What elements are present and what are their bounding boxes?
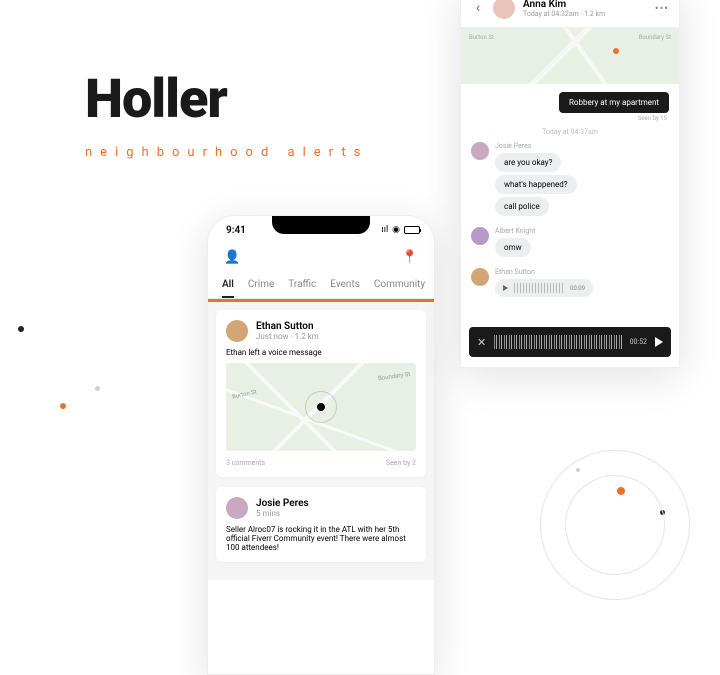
map-street-label: Boundary St <box>639 34 671 41</box>
tagline: neighbourhood alerts <box>85 145 368 160</box>
card-author: Ethan Sutton <box>256 321 319 332</box>
signal-icon: ııl <box>381 225 388 235</box>
message-group: Albert Knight omw <box>461 227 679 260</box>
card-message: Seller Alroc07 is rocking it in the ATL … <box>226 525 416 552</box>
brand-title: Holler <box>85 68 368 131</box>
back-icon[interactable]: ‹ <box>471 1 485 15</box>
location-icon[interactable]: 📍 <box>402 250 418 265</box>
battery-icon <box>404 226 420 234</box>
avatar <box>226 320 248 342</box>
deco-ring <box>565 475 665 575</box>
new-alert-bar <box>208 299 434 302</box>
close-icon[interactable]: ✕ <box>477 336 486 349</box>
sender-name: Ethan Sutton <box>495 268 593 276</box>
feed-card[interactable]: Ethan Sutton Just now · 1.2 km Ethan lef… <box>216 310 426 477</box>
feed-tabs: All Crime Traffic Events Community <box>208 273 434 299</box>
avatar[interactable] <box>471 268 489 286</box>
tab-all[interactable]: All <box>222 273 234 298</box>
card-comments[interactable]: 3 comments <box>226 459 265 467</box>
voice-duration: 00:09 <box>570 285 585 292</box>
audio-player[interactable]: ✕ 00:52 <box>469 327 671 357</box>
map-street-label: Burton St <box>232 388 258 400</box>
chat-bubble: call police <box>495 197 549 216</box>
more-icon[interactable]: ••• <box>655 2 669 15</box>
phone-chat: ‹ Anna Kim Today at 04:32am · 1.2 km •••… <box>460 0 680 368</box>
tab-events[interactable]: Events <box>330 273 360 298</box>
avatar <box>226 497 248 519</box>
card-meta: 5 mins <box>256 509 309 518</box>
sender-name: Albert Knight <box>495 227 535 235</box>
card-seen: Seen by 2 <box>386 459 416 467</box>
seen-count: Seen by 15 <box>473 115 667 122</box>
status-time: 9:41 <box>226 225 246 236</box>
waveform-icon <box>514 283 564 293</box>
map-pin-icon <box>305 391 337 423</box>
deco-dot <box>18 326 24 332</box>
profile-icon[interactable]: 👤 <box>224 250 240 265</box>
card-message: Ethan left a voice message <box>226 348 416 357</box>
chat-bubble: omw <box>495 238 531 257</box>
tab-community[interactable]: Community <box>374 273 425 298</box>
card-meta: Just now · 1.2 km <box>256 332 319 341</box>
message-group: Josie Peres are you okay? what's happene… <box>461 142 679 219</box>
feed-card[interactable]: Josie Peres 5 mins Seller Alroc07 is roc… <box>216 487 426 562</box>
card-map[interactable]: Burton St Boundary St <box>226 363 416 451</box>
player-duration: 00:52 <box>630 338 647 346</box>
chat-title: Anna Kim <box>523 0 605 10</box>
message-group: Ethan Sutton 00:09 <box>461 268 679 297</box>
chat-subtitle: Today at 04:32am · 1.2 km <box>523 10 605 18</box>
chat-bubble: are you okay? <box>495 153 561 172</box>
alert-bubble: Robbery at my apartment <box>559 92 669 113</box>
notch <box>272 216 370 234</box>
play-icon[interactable] <box>655 337 663 347</box>
status-right: ııl ◉ <box>381 225 420 235</box>
map-street-label: Burton St <box>469 34 494 41</box>
map-street-label: Boundary St <box>377 371 410 382</box>
phone-feed: 9:41 ııl ◉ 👤 📍 All Crime Traffic Events … <box>207 215 435 675</box>
chat-map[interactable]: Burton St Boundary St <box>461 28 679 84</box>
deco-dot <box>95 386 100 391</box>
tab-traffic[interactable]: Traffic <box>288 273 316 298</box>
chat-bubble: what's happened? <box>495 175 577 194</box>
play-icon[interactable] <box>503 285 508 291</box>
voice-bubble[interactable]: 00:09 <box>495 279 593 297</box>
map-marker-icon <box>613 48 619 54</box>
avatar[interactable] <box>471 227 489 245</box>
deco-dot <box>60 403 66 409</box>
avatar[interactable] <box>493 0 515 19</box>
avatar[interactable] <box>471 142 489 160</box>
sender-name: Josie Peres <box>495 142 577 150</box>
waveform-icon[interactable] <box>494 335 621 349</box>
card-author: Josie Peres <box>256 498 309 509</box>
wifi-icon: ◉ <box>392 225 400 235</box>
timestamp: Today at 04:37am <box>461 128 679 136</box>
tab-crime[interactable]: Crime <box>248 273 274 298</box>
